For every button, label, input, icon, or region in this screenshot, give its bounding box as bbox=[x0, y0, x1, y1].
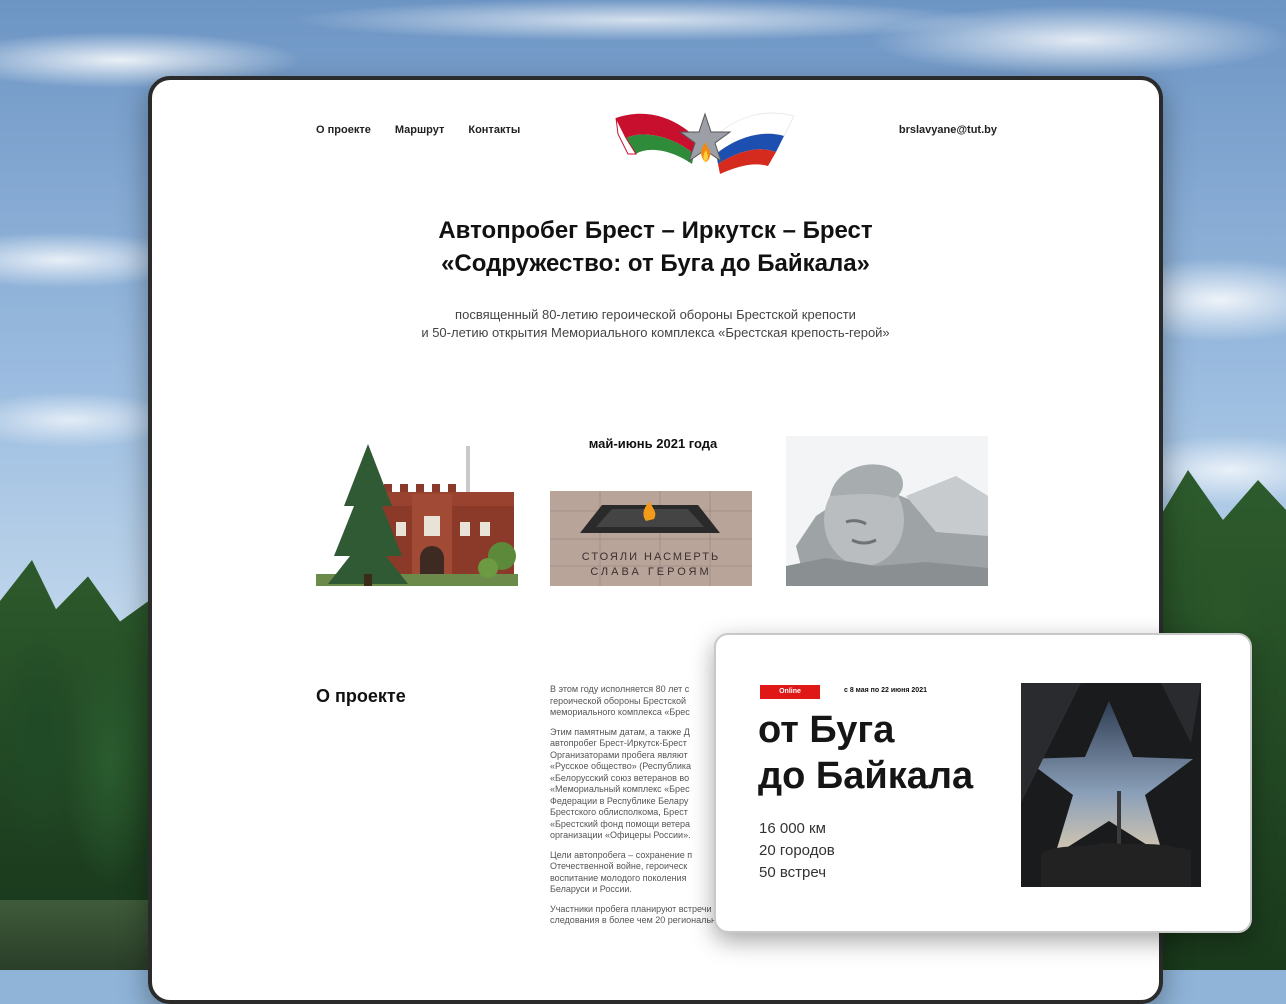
page-subtitle: посвященный 80-летию героической обороны… bbox=[152, 306, 1159, 342]
text-line: Цели автопробега – сохранение п bbox=[550, 849, 693, 860]
subtitle-line-1: посвященный 80-летию героической обороны… bbox=[455, 307, 856, 322]
photo-courage-monument bbox=[786, 436, 988, 586]
inscription-line-2: СЛАВА ГЕРОЯМ bbox=[590, 566, 711, 578]
stat-meetings: 50 встреч bbox=[759, 864, 827, 881]
photo-fortress-gate bbox=[316, 436, 518, 586]
card-stats: 16 000 км 20 городов 50 встреч bbox=[759, 818, 835, 884]
text-line: мемориального комплекса «Брес bbox=[550, 707, 690, 717]
text-line: организации «Офицеры России». bbox=[550, 830, 691, 840]
promo-card: Online с 8 мая по 22 июня 2021 от Буга д… bbox=[714, 633, 1252, 933]
event-dates-label: май-июнь 2021 года bbox=[588, 436, 718, 451]
text-line: «Белорусский союз ветеранов во bbox=[550, 772, 690, 783]
photo-star-monument bbox=[1021, 683, 1201, 887]
title-line-2: «Содружество: от Буга до Байкала» bbox=[441, 250, 870, 277]
nav-link-route[interactable]: Маршрут bbox=[395, 124, 445, 136]
photo-eternal-flame: СТОЯЛИ НАСМЕРТЬ СЛАВА ГЕРОЯМ bbox=[550, 491, 752, 586]
stat-distance: 16 000 км bbox=[759, 820, 826, 837]
text-line: «Мемориальный комплекс «Брес bbox=[550, 784, 690, 794]
main-nav: О проекте Маршрут Контакты bbox=[316, 124, 520, 136]
text-line: Федерации в Республике Белару bbox=[550, 795, 689, 806]
text-line: В этом году исполняется 80 лет с bbox=[550, 684, 690, 694]
card-dates: с 8 мая по 22 июня 2021 bbox=[844, 687, 927, 694]
text-line: Этим памятным датам, а также Д bbox=[550, 726, 690, 737]
logo-flags-star[interactable] bbox=[614, 108, 796, 174]
text-line: «Русское общество» (Республика bbox=[550, 761, 691, 771]
online-badge: Online bbox=[760, 685, 820, 699]
stat-cities: 20 городов bbox=[759, 842, 835, 859]
text-line: Беларуси и России. bbox=[550, 884, 632, 894]
nav-link-about[interactable]: О проекте bbox=[316, 124, 371, 136]
inscription-line-1: СТОЯЛИ НАСМЕРТЬ bbox=[582, 551, 720, 563]
card-title: от Буга до Байкала bbox=[758, 707, 973, 799]
nav-link-contacts[interactable]: Контакты bbox=[468, 124, 520, 136]
page-title: Автопробег Брест – Иркутск – Брест «Содр… bbox=[152, 214, 1159, 280]
title-line-1: Автопробег Брест – Иркутск – Брест bbox=[438, 217, 873, 244]
text-line: воспитание молодого поколения bbox=[550, 872, 687, 883]
card-title-line-2: до Байкала bbox=[758, 755, 974, 797]
about-heading: О проекте bbox=[316, 686, 406, 706]
subtitle-line-2: и 50-летию открытия Мемориального компле… bbox=[421, 325, 890, 340]
text-line: Брестского облисполкома, Брест bbox=[550, 807, 688, 817]
text-line: автопробег Брест-Иркутск-Брест bbox=[550, 738, 687, 748]
contact-email[interactable]: brslavyane@tut.by bbox=[899, 124, 997, 136]
card-title-line-1: от Буга bbox=[758, 709, 895, 751]
text-line: героической обороны Брестской bbox=[550, 695, 687, 706]
pond-left bbox=[0, 900, 160, 970]
text-line: Организаторами пробега являют bbox=[550, 749, 688, 760]
text-line: Отечественной войне, героическ bbox=[550, 861, 688, 871]
text-line: «Брестский фонд помощи ветера bbox=[550, 818, 690, 829]
